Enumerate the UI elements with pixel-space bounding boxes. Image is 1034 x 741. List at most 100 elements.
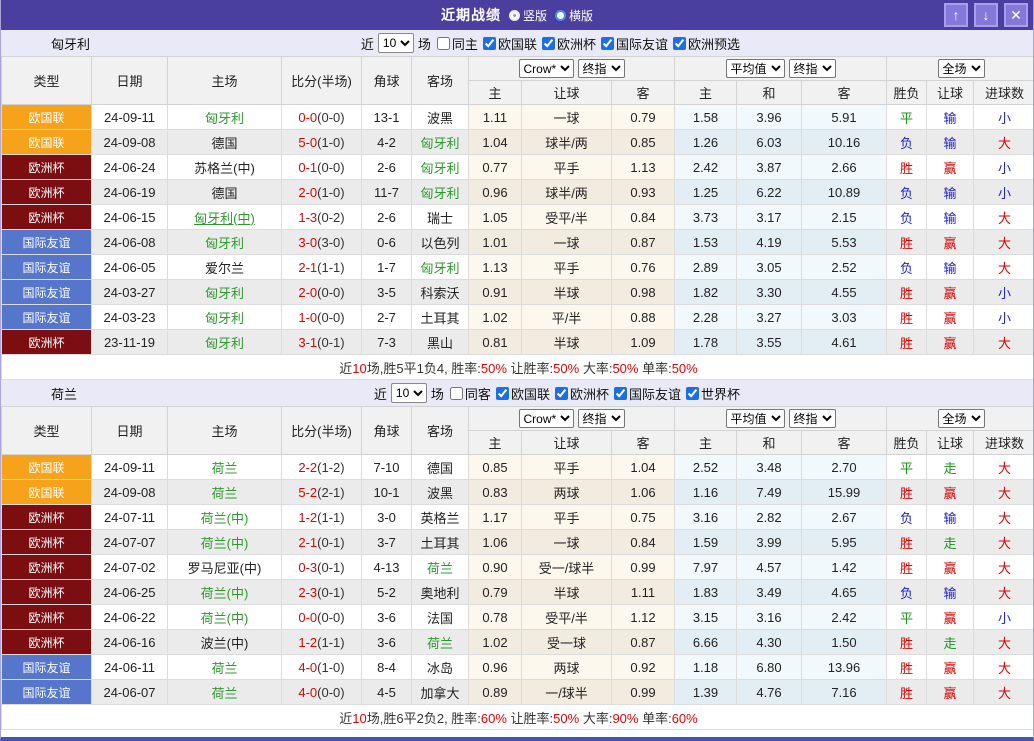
recent-count-select[interactable]: 10 [391,383,427,403]
avg-draw: 3.49 [737,580,802,605]
league-checkbox[interactable] [614,387,627,400]
avg-away: 5.95 [802,530,887,555]
radio-horizontal-icon[interactable] [555,10,566,21]
home-team[interactable]: 荷兰 [168,680,282,705]
home-team[interactable]: 匈牙利 [168,230,282,255]
radio-vertical-icon[interactable] [509,10,520,21]
home-team[interactable]: 匈牙利(中) [168,205,282,230]
home-team[interactable]: 荷兰 [168,455,282,480]
league-checkbox[interactable] [555,387,568,400]
col-header-date: 日期 [92,57,168,105]
result-handicap: 赢 [927,230,974,255]
league-filter[interactable]: 欧国联 [491,384,550,403]
match-type-badge: 欧洲杯 [2,205,92,230]
result-wdl: 胜 [887,630,927,655]
same-venue-checkbox[interactable] [437,37,450,50]
odds-stage-select[interactable]: 终指 [578,59,625,78]
corner-score: 2-6 [362,155,412,180]
league-checkbox[interactable] [483,37,496,50]
league-checkbox[interactable] [673,37,686,50]
result-handicap: 赢 [927,280,974,305]
odds-away: 0.84 [612,530,675,555]
home-team[interactable]: 匈牙利 [168,105,282,130]
home-team[interactable]: 荷兰(中) [168,530,282,555]
fulltime-select[interactable]: 全场 [938,59,985,78]
result-wdl: 平 [887,455,927,480]
league-checkbox[interactable] [496,387,509,400]
result-handicap: 赢 [927,680,974,705]
match-row: 欧洲杯24-06-24苏格兰(中)0-1(0-0)2-6匈牙利0.77平手1.1… [2,155,1034,180]
sub-header-odds-home: 主 [469,81,522,105]
league-filter[interactable]: 欧洲杯 [537,34,596,53]
league-checkbox[interactable] [601,37,614,50]
home-team[interactable]: 匈牙利 [168,330,282,355]
avg-draw: 6.22 [737,180,802,205]
result-wdl: 负 [887,180,927,205]
away-team[interactable]: 匈牙利 [412,130,469,155]
games-label: 场 [431,384,444,403]
avg-home: 1.83 [675,580,737,605]
match-score: 1-2(1-1) [282,505,362,530]
result-handicap: 赢 [927,555,974,580]
summary-row: 近10场,胜5平1负4, 胜率:50% 让胜率:50% 大率:50% 单率:50… [2,355,1034,380]
window-title: 近期战绩 [441,5,501,25]
average-stage-select[interactable]: 终指 [789,59,836,78]
home-team[interactable]: 荷兰 [168,655,282,680]
odds-away: 0.87 [612,630,675,655]
view-mode-horizontal[interactable]: 横版 [555,7,593,24]
same-venue-filter[interactable]: 同主 [431,34,478,53]
sub-header-handicap: 让球 [522,81,612,105]
avg-home: 3.15 [675,605,737,630]
move-up-button[interactable]: ↑ [944,3,968,27]
recent-count-select[interactable]: 10 [378,33,414,53]
away-team: 科索沃 [412,280,469,305]
league-filter[interactable]: 欧洲预选 [668,34,740,53]
bookmaker-select[interactable]: Crow* [519,59,574,78]
match-row: 国际友谊24-06-08匈牙利3-0(3-0)0-6以色列1.01一球0.871… [2,230,1034,255]
avg-draw: 3.55 [737,330,802,355]
avg-draw: 4.57 [737,555,802,580]
away-team[interactable]: 荷兰 [412,630,469,655]
average-group-header: 平均值终指 [675,57,887,81]
view-mode-vertical[interactable]: 竖版 [509,7,547,24]
match-score: 5-0(1-0) [282,130,362,155]
fulltime-select[interactable]: 全场 [938,409,985,428]
away-team[interactable]: 匈牙利 [412,255,469,280]
bookmaker-select[interactable]: Crow* [519,409,574,428]
league-checkbox[interactable] [542,37,555,50]
league-filter[interactable]: 欧国联 [478,34,537,53]
avg-draw: 4.19 [737,230,802,255]
average-stage-select[interactable]: 终指 [789,409,836,428]
league-filter[interactable]: 世界杯 [681,384,740,403]
same-venue-checkbox[interactable] [450,387,463,400]
match-score: 3-1(0-1) [282,330,362,355]
match-type-badge: 欧洲杯 [2,155,92,180]
odds-handicap: 受平/半 [522,205,612,230]
home-team[interactable]: 匈牙利 [168,280,282,305]
avg-draw: 3.99 [737,530,802,555]
home-team[interactable]: 荷兰(中) [168,605,282,630]
odds-handicap: 两球 [522,655,612,680]
home-team[interactable]: 荷兰 [168,480,282,505]
home-team[interactable]: 荷兰(中) [168,505,282,530]
average-select[interactable]: 平均值 [726,409,785,428]
move-down-button[interactable]: ↓ [974,3,998,27]
odds-stage-select[interactable]: 终指 [578,409,625,428]
average-select[interactable]: 平均值 [726,59,785,78]
match-row: 欧国联24-09-08荷兰5-2(2-1)10-1波黑0.83两球1.061.1… [2,480,1034,505]
close-button[interactable]: ✕ [1004,3,1028,27]
sub-header-odds-away: 客 [612,81,675,105]
away-team[interactable]: 匈牙利 [412,180,469,205]
same-venue-filter[interactable]: 同客 [444,384,491,403]
avg-away: 4.61 [802,330,887,355]
league-filter[interactable]: 国际友谊 [596,34,668,53]
odds-away: 0.88 [612,305,675,330]
home-team[interactable]: 匈牙利 [168,305,282,330]
league-filter[interactable]: 欧洲杯 [550,384,609,403]
league-checkbox[interactable] [686,387,699,400]
league-filter[interactable]: 国际友谊 [609,384,681,403]
away-team[interactable]: 荷兰 [412,555,469,580]
result-handicap: 走 [927,630,974,655]
home-team[interactable]: 荷兰(中) [168,580,282,605]
away-team[interactable]: 匈牙利 [412,155,469,180]
